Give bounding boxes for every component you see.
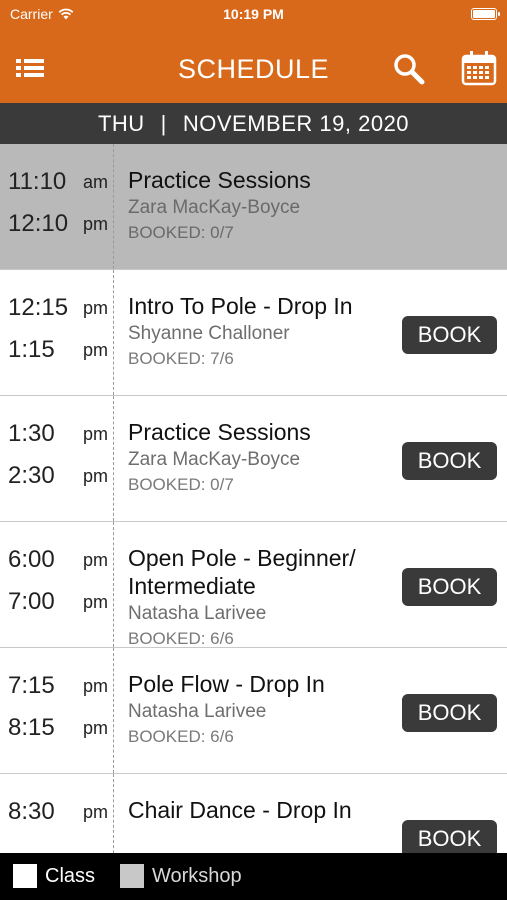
date-separator: | xyxy=(160,111,167,136)
book-button[interactable]: BOOK xyxy=(402,694,497,732)
legend-label: Class xyxy=(45,864,96,887)
start-time: 6:00 pm xyxy=(8,546,108,573)
date-header: THU | NOVEMBER 19, 2020 xyxy=(0,103,507,144)
time-divider xyxy=(113,648,114,773)
book-button[interactable]: BOOK xyxy=(402,820,497,853)
status-time: 10:19 PM xyxy=(223,6,284,22)
instructor-name: Shyanne Challoner xyxy=(128,323,290,344)
start-time: 11:10 am xyxy=(8,168,108,195)
search-button[interactable] xyxy=(391,52,427,86)
class-name: Practice Sessions xyxy=(128,167,311,193)
book-button[interactable]: BOOK xyxy=(402,568,497,606)
book-button[interactable]: BOOK xyxy=(402,316,497,354)
app-header: SCHEDULE xyxy=(0,30,507,103)
end-time: 1:15 pm xyxy=(8,336,108,363)
time-divider xyxy=(113,522,114,647)
instructor-name: Zara MacKay-Boyce xyxy=(128,197,301,218)
class-name: Practice Sessions xyxy=(128,419,311,445)
time-divider xyxy=(113,144,114,269)
class-name: Intro To Pole - Drop In xyxy=(128,293,353,319)
legend-item-class: Class xyxy=(13,864,95,888)
class-info: Pole Flow - Drop In Natasha Larivee BOOK… xyxy=(128,670,393,749)
class-info: Intro To Pole - Drop In Shyanne Challone… xyxy=(128,292,393,371)
legend-item-workshop: Workshop xyxy=(120,864,242,888)
start-time: 1:30 pm xyxy=(8,420,108,447)
page-title: SCHEDULE xyxy=(177,54,330,84)
class-info: Practice Sessions Zara MacKay-Boyce BOOK… xyxy=(128,418,393,497)
start-time: 8:30 pm xyxy=(8,798,108,825)
status-bar: Carrier 10:19 PM xyxy=(0,0,507,30)
booked-count: BOOKED: 7/6 xyxy=(128,349,234,368)
time-divider xyxy=(113,774,114,853)
workshop-swatch xyxy=(120,864,144,888)
book-button[interactable]: BOOK xyxy=(402,442,497,480)
booked-count: BOOKED: 6/6 xyxy=(128,727,234,746)
class-row[interactable]: 7:15 pm 8:15 pm Pole Flow - Drop In Natash… xyxy=(0,648,507,774)
class-info: Open Pole - Beginner/ Intermediate Natas… xyxy=(128,544,393,651)
instructor-name: Natasha Larivee xyxy=(128,603,267,624)
class-info: Chair Dance - Drop In xyxy=(128,796,393,824)
date-full: NOVEMBER 19, 2020 xyxy=(182,111,410,136)
start-time: 12:15 pm xyxy=(8,294,108,321)
class-name: Pole Flow - Drop In xyxy=(128,671,325,697)
time-divider xyxy=(113,270,114,395)
class-info: Practice Sessions Zara MacKay-Boyce BOOK… xyxy=(128,166,393,245)
class-row[interactable]: 8:30 pm Chair Dance - Drop In BOOK xyxy=(0,774,507,853)
end-time: 12:10 pm xyxy=(8,210,108,237)
class-name: Open Pole - Beginner/ Intermediate xyxy=(128,545,356,599)
start-time: 7:15 pm xyxy=(8,672,108,699)
search-icon xyxy=(394,54,425,85)
class-swatch xyxy=(13,864,37,888)
booked-count: BOOKED: 0/7 xyxy=(128,223,234,242)
legend-label: Workshop xyxy=(152,864,242,887)
schedule-list[interactable]: 11:10 am 12:10 pm Practice Sessions Zara M… xyxy=(0,144,507,853)
class-name: Chair Dance - Drop In xyxy=(128,797,352,823)
battery-icon xyxy=(471,8,500,20)
date-day: THU xyxy=(97,111,145,136)
time-divider xyxy=(113,396,114,521)
class-row[interactable]: 6:00 pm 7:00 pm Open Pole - Beginner/ Inte… xyxy=(0,522,507,648)
class-row[interactable]: 12:15 pm 1:15 pm Intro To Pole - Drop In S… xyxy=(0,270,507,396)
calendar-button[interactable] xyxy=(461,50,497,86)
end-time: 8:15 pm xyxy=(8,714,108,741)
calendar-icon xyxy=(461,51,497,86)
legend-bar: Class Workshop xyxy=(0,853,507,900)
end-time: 2:30 pm xyxy=(8,462,108,489)
class-row[interactable]: 11:10 am 12:10 pm Practice Sessions Zara M… xyxy=(0,144,507,270)
class-row[interactable]: 1:30 pm 2:30 pm Practice Sessions Zara Mac… xyxy=(0,396,507,522)
booked-count: BOOKED: 0/7 xyxy=(128,475,234,494)
instructor-name: Natasha Larivee xyxy=(128,701,267,722)
end-time: 7:00 pm xyxy=(8,588,108,615)
instructor-name: Zara MacKay-Boyce xyxy=(128,449,301,470)
